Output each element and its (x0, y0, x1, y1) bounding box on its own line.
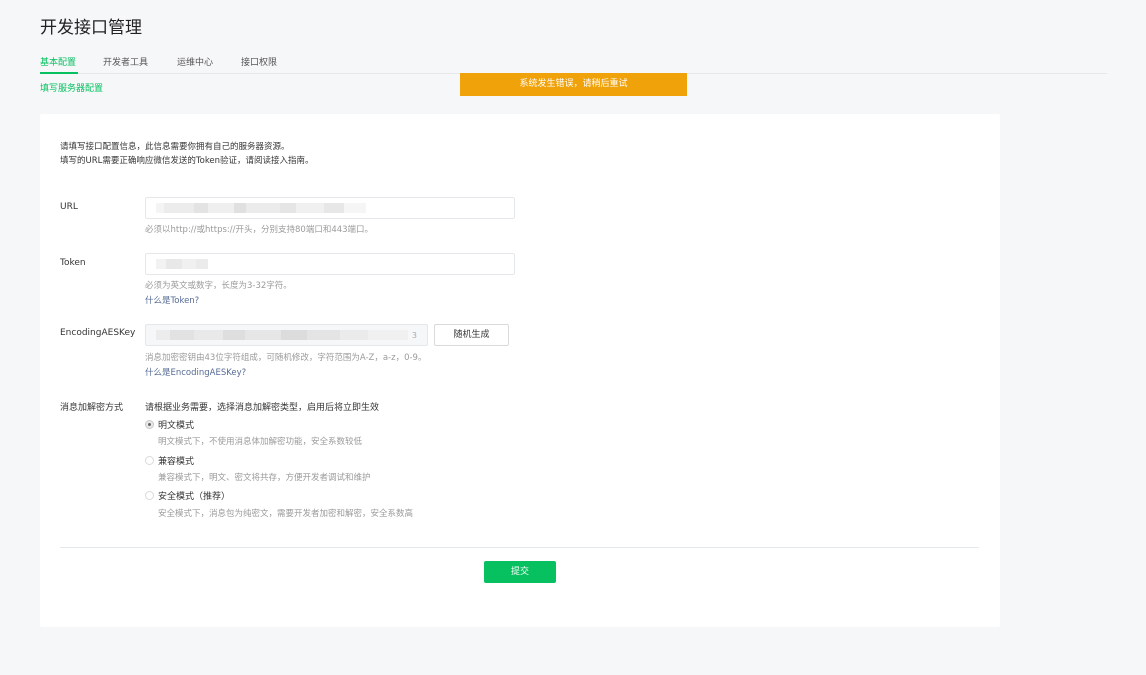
radio-checked-icon[interactable] (145, 420, 154, 429)
radio-label: 兼容模式 (158, 457, 195, 467)
page: 开发接口管理 基本配置 开发者工具 运维中心 接口权限 填写服务器配置 系统发生… (0, 0, 1146, 675)
radio-plaintext-mode[interactable]: 明文模式 (145, 418, 194, 431)
form-divider (60, 547, 979, 548)
encryption-label: 消息加解密方式 (60, 403, 124, 413)
aeskey-label: EncodingAESKey (60, 328, 136, 338)
radio-label: 安全模式（推荐） (158, 492, 231, 502)
active-tab-indicator (40, 72, 78, 74)
aeskey-input[interactable]: 3 (145, 324, 428, 346)
tab-developer-tools[interactable]: 开发者工具 (103, 55, 148, 68)
token-hint: 必须为英文或数字，长度为3-32字符。 (145, 281, 292, 291)
aeskey-value-redacted: 3 (156, 325, 417, 345)
aeskey-hint: 消息加密密钥由43位字符组成，可随机修改，字符范围为A-Z，a-z，0-9。 (145, 353, 427, 363)
server-config-link[interactable]: 填写服务器配置 (40, 81, 103, 94)
intro-line-2: 填写的URL需要正确响应微信发送的Token验证，请阅读接入指南。 (60, 156, 314, 166)
aeskey-value-tail: 3 (411, 330, 417, 340)
radio-unchecked-icon[interactable] (145, 456, 154, 465)
secure-mode-desc: 安全模式下，消息包为纯密文，需要开发者加密和解密，安全系数高 (158, 509, 414, 519)
radio-label: 明文模式 (158, 421, 195, 431)
token-label: Token (60, 258, 86, 268)
tab-basic-config[interactable]: 基本配置 (40, 55, 76, 68)
token-input[interactable] (145, 253, 515, 275)
submit-button[interactable]: 提交 (484, 561, 556, 583)
radio-compatible-mode[interactable]: 兼容模式 (145, 454, 194, 467)
tab-operations-center[interactable]: 运维中心 (177, 55, 213, 68)
page-title: 开发接口管理 (40, 18, 142, 38)
radio-unchecked-icon[interactable] (145, 491, 154, 500)
random-generate-button[interactable]: 随机生成 (434, 324, 509, 346)
url-value-redacted (156, 198, 504, 218)
intro-text: 请填写接口配置信息，此信息需要你拥有自己的服务器资源。 填写的URL需要正确响应… (60, 140, 314, 168)
tab-api-permissions[interactable]: 接口权限 (241, 55, 277, 68)
plaintext-mode-desc: 明文模式下，不使用消息体加解密功能，安全系数较低 (158, 437, 363, 447)
config-card: 请填写接口配置信息，此信息需要你拥有自己的服务器资源。 填写的URL需要正确响应… (40, 114, 1000, 627)
tab-bar: 基本配置 开发者工具 运维中心 接口权限 (40, 53, 1107, 74)
error-banner: 系统发生错误，请稍后重试 (460, 73, 687, 96)
compatible-mode-desc: 兼容模式下，明文、密文将共存，方便开发者调试和维护 (158, 473, 371, 483)
token-help-link[interactable]: 什么是Token? (145, 294, 199, 306)
url-label: URL (60, 202, 78, 212)
url-input[interactable] (145, 197, 515, 219)
aeskey-help-link[interactable]: 什么是EncodingAESKey? (145, 366, 246, 378)
url-hint: 必须以http://或https://开头，分别支持80端口和443端口。 (145, 225, 374, 235)
radio-secure-mode[interactable]: 安全模式（推荐） (145, 489, 230, 502)
encryption-description: 请根据业务需要，选择消息加解密类型，启用后将立即生效 (145, 403, 380, 413)
intro-line-1: 请填写接口配置信息，此信息需要你拥有自己的服务器资源。 (60, 142, 290, 152)
token-value-redacted (156, 254, 504, 274)
